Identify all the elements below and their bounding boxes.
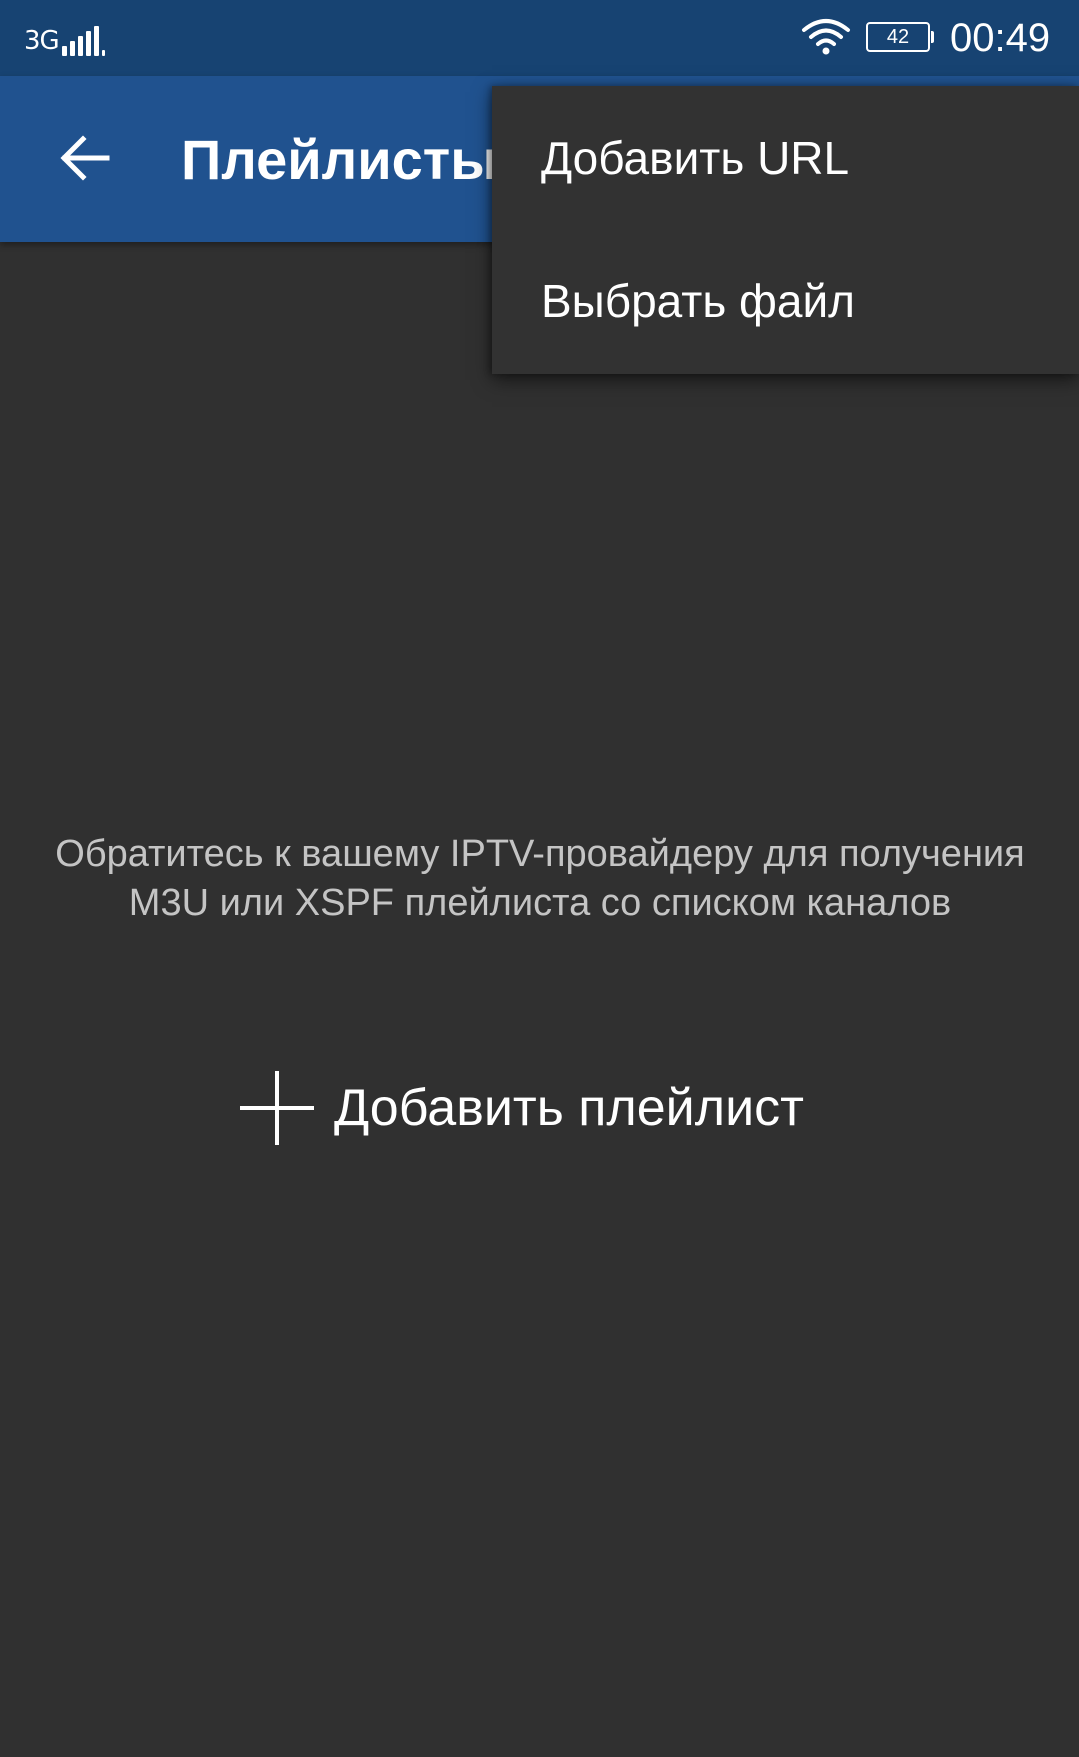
overflow-menu: Добавить URL Выбрать файл bbox=[492, 86, 1079, 374]
battery-icon: 42 bbox=[866, 22, 930, 52]
arrow-left-icon bbox=[60, 135, 110, 181]
menu-item-choose-file[interactable]: Выбрать файл bbox=[492, 230, 1079, 374]
plus-icon bbox=[240, 1071, 314, 1145]
menu-item-add-url[interactable]: Добавить URL bbox=[492, 86, 1079, 230]
signal-bars-icon bbox=[61, 26, 108, 56]
menu-item-label: Добавить URL bbox=[541, 132, 850, 184]
status-bar: 3G 42 00:49 bbox=[0, 0, 1079, 76]
status-time: 00:49 bbox=[950, 16, 1051, 60]
empty-state-message: Обратитесь к вашему IPTV-провайдеру для … bbox=[55, 833, 1025, 924]
wifi-icon bbox=[802, 19, 850, 55]
back-button[interactable] bbox=[40, 118, 130, 198]
battery-level: 42 bbox=[886, 25, 910, 48]
network-type: 3G bbox=[24, 26, 60, 56]
battery-tip bbox=[931, 31, 934, 43]
add-playlist-button[interactable]: Добавить плейлист bbox=[240, 1068, 804, 1148]
add-playlist-label: Добавить плейлист bbox=[334, 1079, 804, 1137]
screen: 3G 42 00:49 Плейлисты Добавить URL Выбра… bbox=[0, 0, 1079, 1757]
page-title: Плейлисты bbox=[181, 128, 499, 191]
menu-item-label: Выбрать файл bbox=[541, 275, 856, 327]
network-indicator: 3G bbox=[24, 22, 108, 56]
